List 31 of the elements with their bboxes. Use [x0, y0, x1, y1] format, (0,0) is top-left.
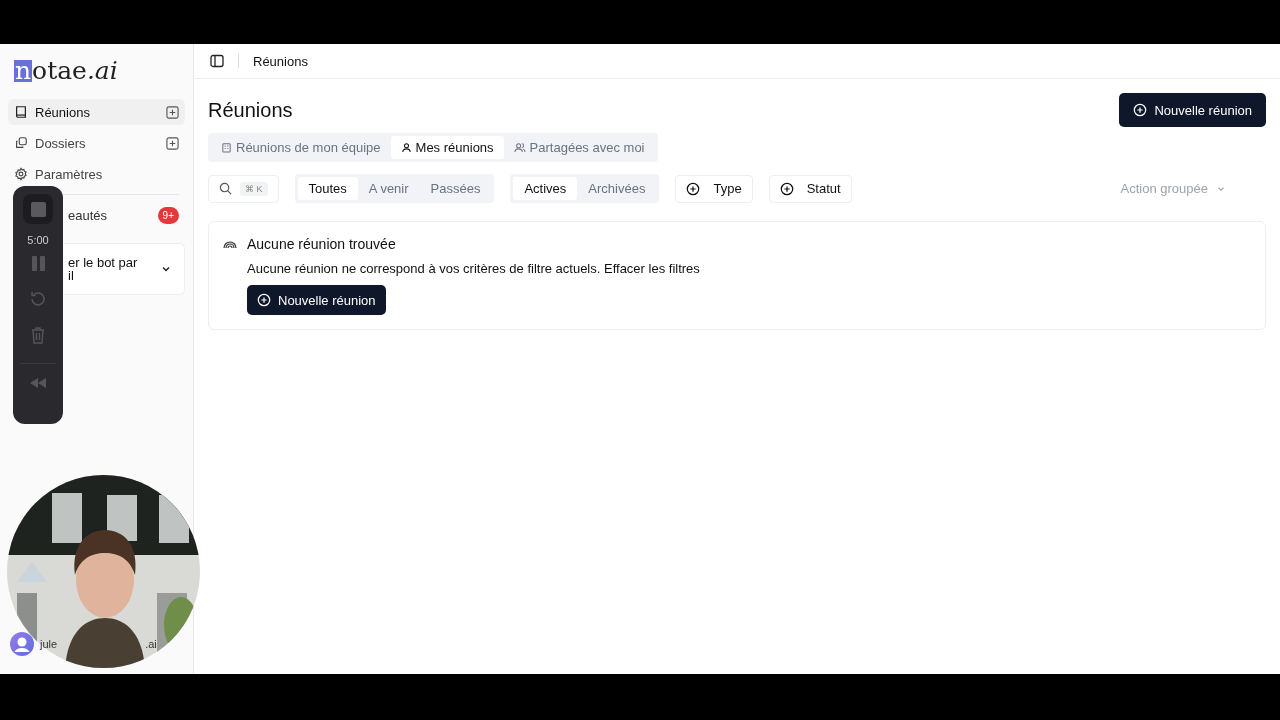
invite-bot-card[interactable]: er le bot par il — [64, 243, 185, 295]
recording-time: 5:00 — [27, 234, 49, 246]
new-meeting-button[interactable]: Nouvelle réunion — [1119, 93, 1266, 127]
filter-button[interactable]: Statut — [768, 174, 852, 203]
page-title: Réunions — [208, 98, 293, 122]
scope-tab[interactable]: Réunions de mon équipe — [211, 136, 391, 159]
logo[interactable]: notae.ai — [8, 56, 124, 99]
sidebar-label: Dossiers — [35, 135, 87, 151]
user-email: .ai — [145, 638, 157, 650]
empty-message: Aucune réunion ne correspond à vos critères de filtre actuels. Effacer les filtres — [247, 261, 701, 276]
filter-tab[interactable]: Toutes — [297, 177, 358, 200]
filter-button[interactable]: Type — [675, 174, 753, 203]
card-text: er le bot par il — [68, 256, 139, 282]
filter-tab[interactable]: Passées — [419, 177, 492, 200]
scope-tab[interactable]: Partagées avec moi — [503, 136, 655, 159]
breadcrumb[interactable]: Réunions — [253, 53, 308, 69]
filter-tab[interactable]: Archivées — [577, 177, 657, 200]
filter-tab[interactable]: A venir — [357, 177, 420, 200]
filter-tab[interactable]: Actives — [513, 177, 578, 200]
sidebar-item[interactable]: Réunions — [8, 99, 185, 125]
shortcut-hint: ⌘ K — [240, 181, 268, 196]
scope-tab[interactable]: Mes réunions — [390, 136, 504, 159]
sidebar-item[interactable]: Paramètres — [8, 161, 185, 187]
sidebar-label: Paramètres — [35, 166, 104, 182]
count-badge: 9+ — [157, 206, 179, 224]
empty-title: Aucune réunion trouvée — [247, 236, 396, 252]
new-meeting-button[interactable]: Nouvelle réunion — [247, 285, 386, 315]
sidebar-item[interactable]: Dossiers — [8, 130, 185, 156]
sidebar-label: Réunions — [35, 104, 91, 120]
sidebar-label[interactable]: eautés — [68, 207, 158, 223]
user-email: jule — [40, 638, 58, 650]
